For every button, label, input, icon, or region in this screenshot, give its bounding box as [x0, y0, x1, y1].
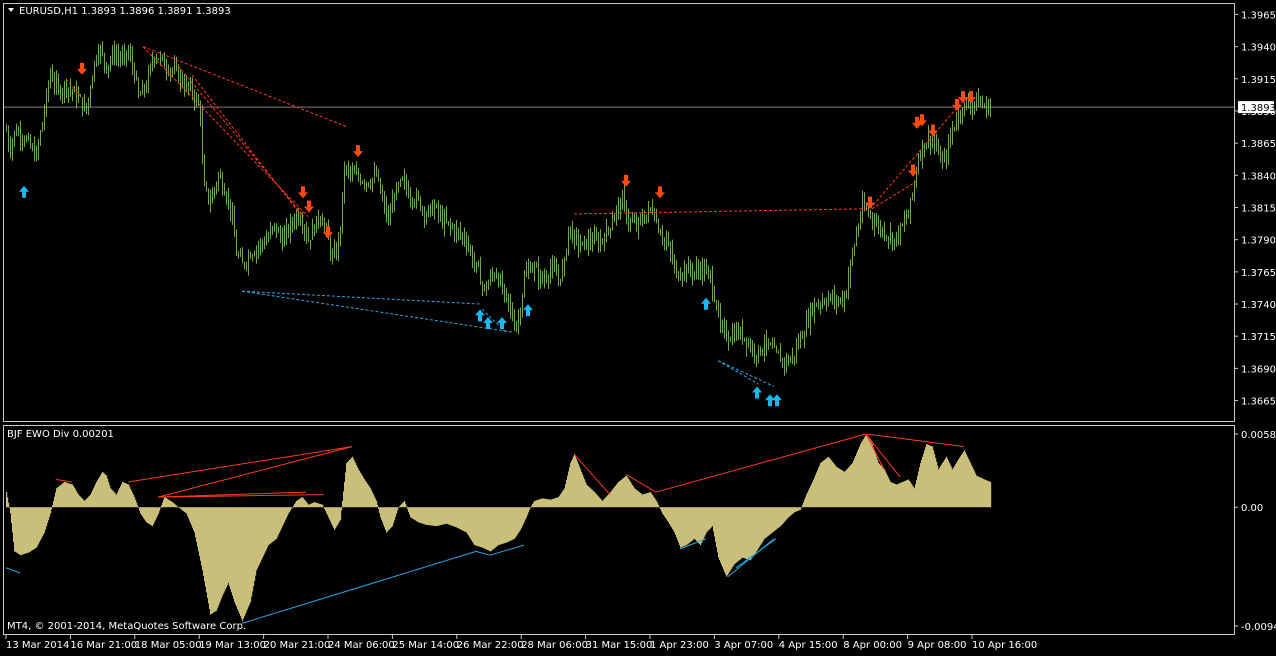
y-tick-label: 1.3815 [1241, 203, 1276, 214]
x-tick-label: 26 Mar 22:00 [457, 640, 524, 651]
candles-group [6, 40, 991, 376]
histogram-bars [6, 434, 992, 621]
histogram-bar [160, 507, 162, 509]
histogram-bar [8, 502, 10, 508]
bearish-divergence-line [573, 208, 867, 215]
sell-arrow-icon [655, 186, 665, 199]
histogram-bar [377, 505, 379, 508]
histogram-bar [51, 507, 53, 510]
x-tick-label: 19 Mar 13:00 [199, 640, 266, 651]
indicator-plot[interactable] [5, 433, 992, 624]
x-tick-label: 8 Apr 00:00 [843, 640, 902, 651]
bullish-divergence-line [241, 290, 515, 333]
histogram-bar [801, 507, 803, 508]
bearish-divergence-line [142, 46, 347, 127]
histogram-bar [292, 507, 294, 508]
bullish-divergence-line [241, 290, 481, 305]
y-tick-label: 1.3740 [1241, 300, 1276, 311]
bullish-divergence-line [241, 550, 477, 624]
x-tick-label: 10 Apr 16:00 [972, 640, 1037, 651]
bearish-divergence-line [865, 433, 927, 443]
buy-arrow-icon [752, 386, 762, 399]
y-tick-label: 1.3765 [1241, 268, 1276, 279]
buy-arrow-icon [483, 317, 493, 330]
chart-canvas[interactable]: 1.39651.39401.39151.38901.38651.38401.38… [0, 0, 1276, 652]
chart-menu-triangle-icon[interactable] [8, 8, 14, 12]
y-tick-label: 1.3940 [1241, 43, 1276, 54]
x-tick-label: 28 Mar 06:00 [521, 640, 588, 651]
histogram-bar [406, 506, 408, 508]
buy-arrow-icon [772, 394, 782, 407]
bullish-divergence-line [717, 360, 775, 387]
y-tick-label: 1.3690 [1241, 364, 1276, 375]
y-tick-label: 0.0058 [1241, 430, 1276, 441]
buy-arrow-icon [497, 317, 507, 330]
y-tick-label: 1.3865 [1241, 139, 1276, 150]
sell-arrow-icon [77, 62, 87, 75]
bearish-divergence-line [925, 441, 965, 448]
buy-arrow-icon [523, 304, 533, 317]
histogram-bar [990, 481, 992, 508]
sell-arrow-icon [353, 145, 363, 158]
y-tick-label: -0.00941 [1241, 622, 1276, 633]
bearish-divergence-line [142, 46, 309, 217]
buy-arrow-icon [19, 185, 29, 198]
histogram-bar [398, 507, 400, 508]
histogram-bar [137, 505, 139, 508]
price-plot[interactable] [4, 40, 1234, 407]
x-tick-label: 31 Mar 15:00 [586, 640, 653, 651]
copyright-text: MT4, © 2001-2014, MetaQuotes Software Co… [7, 621, 246, 632]
histogram-bar [177, 506, 179, 508]
x-tick-label: 13 Mar 2014 [6, 640, 69, 651]
y-tick-label: 0.00 [1241, 503, 1263, 514]
indicator-panel-frame [3, 425, 1235, 635]
bearish-divergence-line [177, 65, 305, 217]
histogram-bar [658, 505, 660, 508]
indicator-label: BJF EWO Div 0.00201 [7, 429, 114, 440]
x-tick-label: 1 Apr 23:00 [650, 640, 709, 651]
bearish-divergence-line [871, 181, 917, 210]
bullish-divergence-line [475, 550, 491, 556]
current-price-label: 1.3893 [1241, 103, 1276, 114]
y-tick-label: 1.3840 [1241, 171, 1276, 182]
y-tick-label: 1.3915 [1241, 75, 1276, 86]
buy-arrow-icon [701, 297, 711, 310]
bullish-divergence-line [5, 567, 21, 574]
y-tick-label: 1.3790 [1241, 236, 1276, 247]
x-tick-label: 3 Apr 07:00 [714, 640, 773, 651]
histogram-bar [341, 507, 343, 511]
symbol-info: EURUSD,H1 1.3893 1.3896 1.3891 1.3893 [19, 6, 231, 17]
x-tick-label: 25 Mar 14:00 [392, 640, 459, 651]
bullish-divergence-line [717, 360, 759, 385]
x-tick-label: 24 Mar 06:00 [328, 640, 395, 651]
y-tick-label: 1.3665 [1241, 397, 1276, 408]
x-tick-label: 9 Apr 08:00 [908, 640, 967, 651]
sell-arrow-icon [304, 200, 314, 213]
bearish-divergence-line [55, 478, 73, 483]
histogram-bar [530, 507, 532, 508]
y-tick-label: 1.3965 [1241, 10, 1276, 21]
x-tick-label: 18 Mar 05:00 [135, 640, 202, 651]
sell-arrow-icon [621, 174, 631, 187]
x-tick-label: 4 Apr 15:00 [779, 640, 838, 651]
sell-arrow-icon [298, 186, 308, 199]
mt4-chart-window[interactable]: 1.39651.39401.39151.38901.38651.38401.38… [0, 0, 1276, 652]
bearish-divergence-line [157, 446, 353, 498]
bearish-divergence-line [127, 446, 353, 483]
x-tick-label: 20 Mar 21:00 [264, 640, 331, 651]
y-tick-label: 1.3715 [1241, 332, 1276, 343]
sell-arrow-icon [952, 98, 962, 111]
x-tick-label: 16 Mar 21:00 [70, 640, 137, 651]
